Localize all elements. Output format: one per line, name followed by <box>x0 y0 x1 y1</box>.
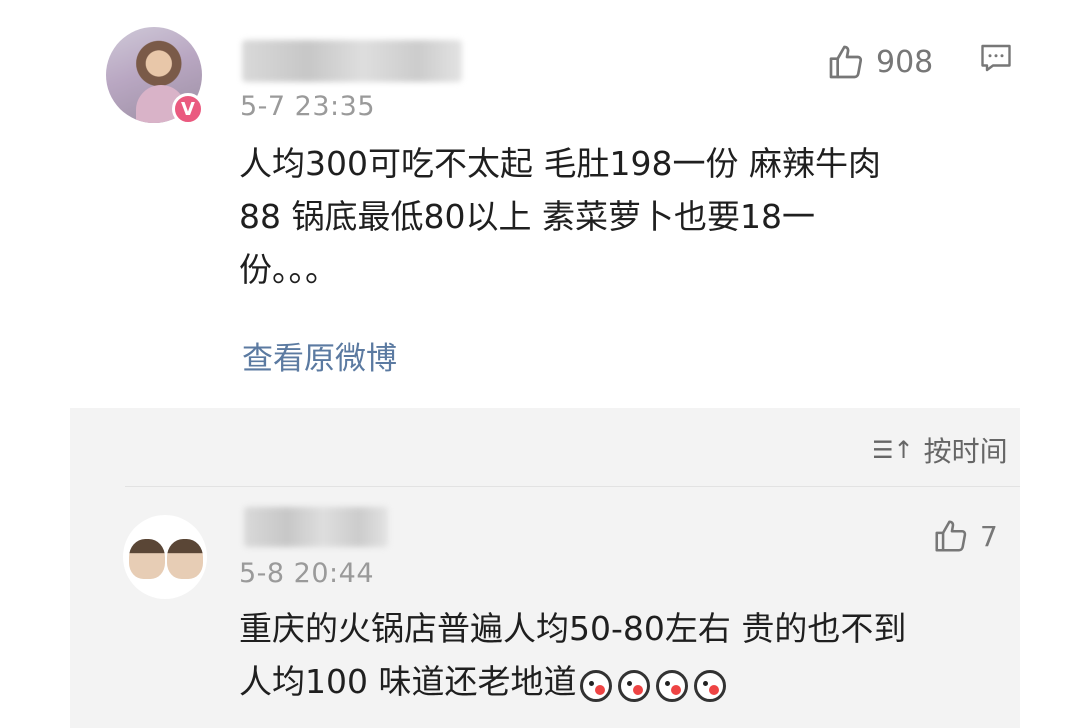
view-original-link[interactable]: 查看原微博 <box>242 333 397 378</box>
comment-text-line: 88 锅底最低80以上 素菜萝卜也要18一 <box>239 197 815 236</box>
sort-by-time-button[interactable]: ☰↑ 按时间 <box>872 430 1008 470</box>
comment-icon[interactable] <box>978 40 1014 76</box>
reply-text: 重庆的火锅店普遍人均50-80左右 贵的也不到 人均100 味道还老地道 <box>239 602 1019 710</box>
divider <box>125 486 1020 487</box>
reply-username-blurred[interactable] <box>244 507 388 547</box>
username-blurred[interactable] <box>242 40 462 82</box>
reply-timestamp: 5-8 20:44 <box>239 558 374 589</box>
reply-text-line-content: 人均100 味道还老地道 <box>239 662 577 701</box>
thumbs-up-icon <box>935 520 967 552</box>
like-button[interactable]: 908 <box>826 42 933 82</box>
sort-label: 按时间 <box>923 435 1008 468</box>
reply-text-line-2: 人均100 味道还老地道 <box>239 655 1019 710</box>
comment-text-line: 人均300可吃不太起 毛肚198一份 麻辣牛肉 <box>239 144 881 183</box>
emoji-row <box>580 657 732 710</box>
verified-badge-icon: V <box>172 93 204 125</box>
laughing-emoji-icon <box>694 669 727 702</box>
comment-text-line: 份。。。 <box>239 250 338 289</box>
sort-icon: ☰↑ <box>872 436 914 464</box>
like-count: 908 <box>876 44 934 80</box>
laughing-emoji-icon <box>618 669 651 702</box>
reply-like-count: 7 <box>980 519 998 553</box>
comment-text: 人均300可吃不太起 毛肚198一份 麻辣牛肉 88 锅底最低80以上 素菜萝卜… <box>239 137 1029 296</box>
reply-avatar[interactable] <box>123 515 207 599</box>
laughing-emoji-icon <box>580 669 613 702</box>
laughing-emoji-icon <box>656 669 689 702</box>
thumbs-up-icon <box>829 45 863 79</box>
reply-like-button[interactable]: 7 <box>932 517 998 555</box>
comment-timestamp: 5-7 23:35 <box>240 91 375 122</box>
reply-text-line: 重庆的火锅店普遍人均50-80左右 贵的也不到 <box>239 609 907 648</box>
